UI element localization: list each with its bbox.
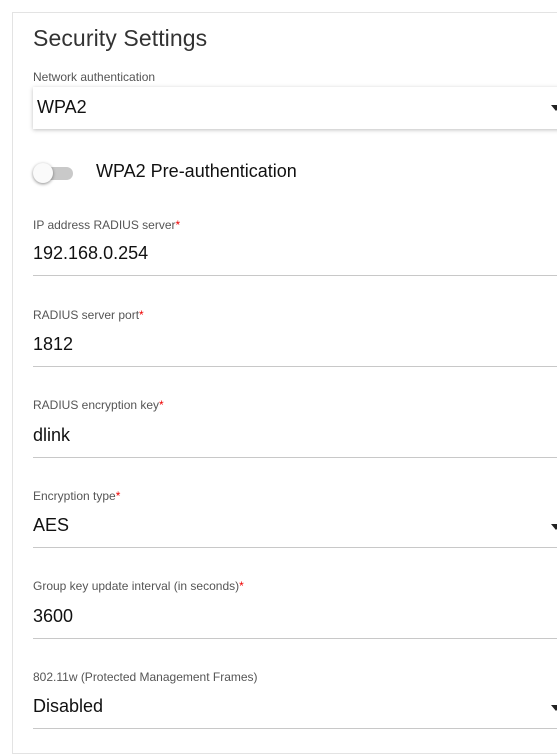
encryption-type-select[interactable]: AES <box>33 515 69 536</box>
required-mark: * <box>175 218 181 232</box>
required-mark: * <box>159 398 164 412</box>
radius-ip-underline <box>33 275 557 276</box>
group-key-interval-underline <box>33 638 557 639</box>
network-authentication-select[interactable]: WPA2 <box>33 87 557 129</box>
pmf-label: 802.11w (Protected Management Frames) <box>33 670 258 684</box>
preauth-toggle[interactable] <box>33 163 75 183</box>
radius-ip-label: IP address RADIUS server* <box>33 218 181 232</box>
radius-key-input[interactable]: dlink <box>33 425 70 446</box>
section-title: Security Settings <box>33 25 208 51</box>
toggle-knob <box>33 163 53 183</box>
radius-key-underline <box>33 457 557 458</box>
chevron-down-icon[interactable] <box>551 105 557 111</box>
preauth-toggle-label: WPA2 Pre-authentication <box>96 161 297 181</box>
chevron-down-icon[interactable] <box>551 524 557 530</box>
group-key-interval-input[interactable]: 3600 <box>33 606 73 627</box>
pmf-select[interactable]: Disabled <box>33 696 103 717</box>
encryption-type-underline <box>33 547 557 548</box>
network-authentication-label: Network authentication <box>33 70 156 84</box>
required-mark: * <box>115 489 121 503</box>
encryption-type-label: Encryption type* <box>33 489 121 503</box>
group-key-interval-label: Group key update interval (in seconds)* <box>33 579 244 593</box>
radius-key-label: RADIUS encryption key* <box>33 398 164 412</box>
network-authentication-value: WPA2 <box>37 97 87 117</box>
security-settings-panel: Security Settings Network authentication… <box>12 12 557 754</box>
required-mark: * <box>239 579 244 593</box>
required-mark: * <box>139 308 144 322</box>
pmf-underline <box>33 728 557 729</box>
radius-port-label: RADIUS server port* <box>33 308 144 322</box>
radius-ip-input[interactable]: 192.168.0.254 <box>33 243 148 264</box>
radius-port-input[interactable]: 1812 <box>33 334 73 355</box>
chevron-down-icon[interactable] <box>551 705 557 711</box>
radius-port-underline <box>33 366 557 367</box>
